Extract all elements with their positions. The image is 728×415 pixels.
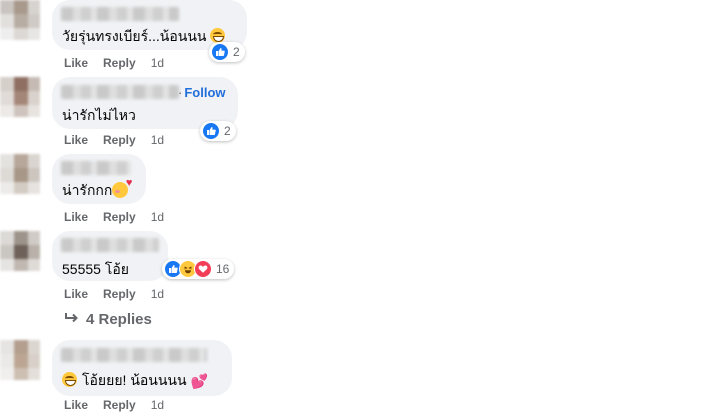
timestamp[interactable]: 1d [151,287,164,301]
reaction-count: 2 [224,124,231,138]
grinning-face-emoji [209,28,225,43]
reactions-summary[interactable]: 2 [209,42,245,62]
reply-button[interactable]: Reply [103,56,136,70]
comment-bubble: · Follow น่ารักไม่ไหว 2 [52,77,238,141]
comment-bubble: 55555 โอ้ย 16 [52,231,235,281]
timestamp[interactable]: 1d [151,133,164,147]
avatar[interactable] [0,340,40,380]
reply-arrow-icon [64,311,80,328]
author-name-redacted[interactable] [61,348,207,362]
comment-actions: Like Reply 1d [64,287,164,301]
reply-button[interactable]: Reply [103,210,136,224]
like-reaction-icon [211,43,229,61]
comment-actions: Like Reply 1d [64,133,164,147]
timestamp[interactable]: 1d [151,398,164,412]
reaction-count: 2 [233,45,240,59]
reply-button[interactable]: Reply [103,398,136,412]
avatar[interactable] [0,154,40,194]
comment-text: น่ารักไม่ไหว [62,107,136,123]
comment-actions: Like Reply 1d [64,210,164,224]
like-button[interactable]: Like [64,287,88,301]
two-hearts-emoji: 💕 [190,373,209,389]
comments-thread: วัยรุ่นทรงเบียร์...น้อนนน 2 Like Reply 1d [0,0,728,415]
smiling-face-with-hearts-emoji [112,178,132,198]
reply-button[interactable]: Reply [103,287,136,301]
reactions-summary[interactable]: 16 [162,259,235,279]
avatar[interactable] [0,231,40,271]
author-name-redacted[interactable] [61,161,131,175]
comment-text: โอ้ยยย! น้อนนนน 💕 [62,370,208,392]
like-button[interactable]: Like [64,210,88,224]
avatar[interactable] [0,77,40,117]
love-reaction-icon [194,260,212,278]
comment-actions: Like Reply 1d [64,398,164,412]
reactions-summary[interactable]: 2 [200,121,236,141]
like-button[interactable]: Like [64,56,88,70]
reaction-count: 16 [216,262,230,276]
reply-button[interactable]: Reply [103,133,136,147]
author-name-redacted[interactable] [61,85,179,99]
author-name-redacted[interactable] [61,7,179,21]
timestamp[interactable]: 1d [151,210,164,224]
comment-actions: Like Reply 1d [64,56,164,70]
comment-text: น่ารักกก [62,178,132,202]
comment-bubble: น่ารักกก [52,154,146,204]
view-replies-link[interactable]: 4 Replies [64,311,152,328]
comment-bubble: โอ้ยยย! น้อนนนน 💕 [52,340,232,396]
like-reaction-icon [202,122,220,140]
follow-link[interactable]: · Follow [178,85,226,100]
comment-text: 55555 โอ้ย [62,261,129,277]
grinning-face-emoji [62,372,77,387]
timestamp[interactable]: 1d [151,56,164,70]
like-button[interactable]: Like [64,398,88,412]
author-name-redacted[interactable] [61,238,159,252]
comment-text: วัยรุ่นทรงเบียร์...น้อนนน [62,26,225,48]
avatar[interactable] [0,0,40,40]
like-button[interactable]: Like [64,133,88,147]
comment-bubble: วัยรุ่นทรงเบียร์...น้อนนน 2 [52,0,247,62]
